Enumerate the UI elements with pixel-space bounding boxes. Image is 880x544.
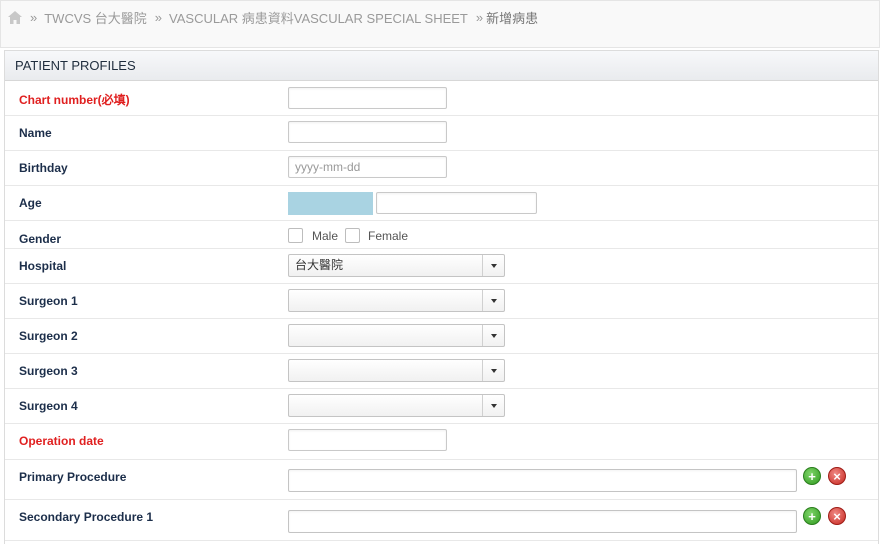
x-icon[interactable]: × [828,507,846,525]
hospital-select[interactable]: 台大醫院 [288,254,505,277]
chart-number-label: Chart number(必填) [19,93,130,107]
home-icon[interactable] [8,10,22,24]
chevron-down-icon[interactable] [482,325,504,346]
surgeon-2-select[interactable] [288,324,505,347]
operation-date-input[interactable] [288,429,447,451]
surgeon-2-label: Surgeon 2 [19,329,78,343]
chevron-down-icon[interactable] [482,395,504,416]
surgeon-3-select[interactable] [288,359,505,382]
row-age: Age [5,186,878,221]
breadcrumb-link-vascular[interactable]: VASCULAR 病患資料VASCULAR SPECIAL SHEET [169,8,468,27]
name-label: Name [19,126,52,140]
row-surgeon-2: Surgeon 2 [5,319,878,354]
x-icon[interactable]: × [828,467,846,485]
row-gender: Gender Male Female [5,221,878,249]
row-hospital: Hospital 台大醫院 [5,249,878,284]
gender-female-label: Female [368,229,409,243]
birthday-label: Birthday [19,161,68,175]
gender-label: Gender [19,232,62,246]
chevron-down-icon[interactable] [482,290,504,311]
age-label: Age [19,196,42,210]
chevron-down-icon[interactable] [482,360,504,381]
panel-title: PATIENT PROFILES [5,51,878,81]
surgeon-4-label: Surgeon 4 [19,399,78,413]
gender-female-checkbox[interactable] [345,228,360,243]
gender-male-checkbox[interactable] [288,228,303,243]
row-surgeon-3: Surgeon 3 [5,354,878,389]
age-input[interactable] [376,192,537,214]
row-surgeon-4: Surgeon 4 [5,389,878,424]
row-operation-date: Operation date [5,424,878,460]
breadcrumb-link-twcvs[interactable]: TWCVS 台大醫院 [44,8,147,27]
breadcrumb-current: 新增病患 [486,10,539,26]
chart-number-input[interactable] [288,87,447,109]
primary-procedure-input[interactable] [288,469,797,492]
secondary-procedure-1-label: Secondary Procedure 1 [19,510,154,524]
row-name: Name [5,116,878,151]
surgeon-4-select[interactable] [288,394,505,417]
name-input[interactable] [288,121,447,143]
breadcrumb-separator: » [30,9,38,25]
row-birthday: Birthday yyyy-mm-dd [5,151,878,186]
row-secondary-procedure-1: Secondary Procedure 1 + × [5,500,878,541]
row-surgeon-1: Surgeon 1 [5,284,878,319]
hospital-label: Hospital [19,259,67,273]
row-chart-number: Chart number(必填) [5,81,878,116]
birthday-input[interactable]: yyyy-mm-dd [288,156,447,178]
hospital-select-value: 台大醫院 [295,258,344,272]
chevron-down-icon[interactable] [482,255,504,276]
breadcrumb-separator: » [475,9,484,25]
surgeon-1-label: Surgeon 1 [19,294,78,308]
age-display [288,192,373,215]
primary-procedure-label: Primary Procedure [19,470,127,484]
row-primary-procedure: Primary Procedure + × [5,460,878,500]
surgeon-3-label: Surgeon 3 [19,364,78,378]
patient-profiles-panel: PATIENT PROFILES Chart number(必填) Name B… [4,50,879,544]
surgeon-1-select[interactable] [288,289,505,312]
secondary-procedure-1-input[interactable] [288,510,797,533]
gender-male-label: Male [312,229,339,243]
plus-icon[interactable]: + [803,507,821,525]
breadcrumb-bar: » TWCVS 台大醫院 » VASCULAR 病患資料VASCULAR SPE… [0,0,880,48]
breadcrumb-separator: » [154,9,163,25]
operation-date-label: Operation date [19,434,104,448]
plus-icon[interactable]: + [803,467,821,485]
breadcrumb: » TWCVS 台大醫院 » VASCULAR 病患資料VASCULAR SPE… [8,8,539,27]
